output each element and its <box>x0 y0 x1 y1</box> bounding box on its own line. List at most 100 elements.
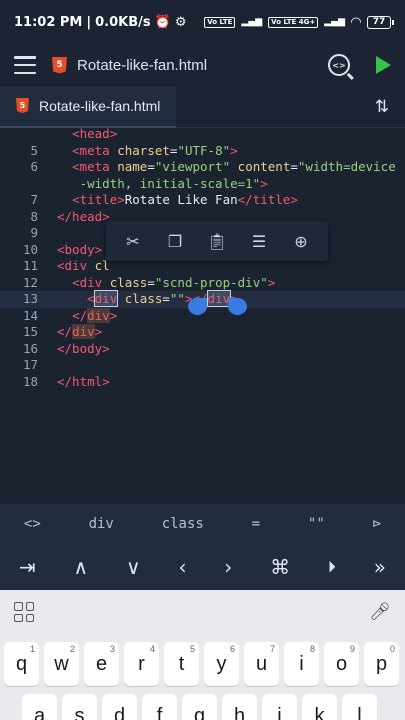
code-token: class <box>102 274 148 290</box>
key-o[interactable]: o9 <box>324 642 359 686</box>
key-y[interactable]: y6 <box>204 642 239 686</box>
key-label: q <box>15 652 28 675</box>
line-code: </div> <box>57 324 102 341</box>
line-code: </body> <box>57 341 110 358</box>
app-bar: 5 Rotate-like-fan.html <> <box>0 44 405 86</box>
selection-handle-start[interactable] <box>188 298 207 315</box>
tab-rotate-like-fan[interactable]: 5 Rotate-like-fan.html <box>0 85 177 128</box>
code-search-icon[interactable]: <> <box>328 54 350 76</box>
symbol-class[interactable]: class <box>162 516 204 532</box>
apps-grid-icon[interactable] <box>14 602 34 622</box>
key-hint: 6 <box>229 644 235 654</box>
menu-icon[interactable] <box>14 56 36 74</box>
selection-handle-end[interactable] <box>228 298 247 315</box>
key-hint: 5 <box>189 644 195 654</box>
globe-icon[interactable]: ⊕ <box>290 230 312 252</box>
code-token: > <box>230 142 238 158</box>
sort-icon[interactable]: ⇅ <box>375 97 389 117</box>
key-j[interactable]: j <box>262 694 297 720</box>
tab-key-icon[interactable]: ⇥ <box>19 555 36 579</box>
html5-icon: 5 <box>16 98 29 113</box>
line-number: 18 <box>22 373 38 389</box>
navigation-icon[interactable]: ⏵ <box>328 557 336 577</box>
key-r[interactable]: r4 <box>124 642 159 686</box>
signal-icon-2: ▂▄▆ <box>324 17 345 27</box>
send-icon[interactable]: ⊳ <box>373 516 381 532</box>
key-g[interactable]: g <box>182 694 217 720</box>
key-q[interactable]: q1 <box>4 642 39 686</box>
code-line[interactable]: 18 </html> <box>0 374 405 391</box>
code-token: -width, initial-scale=1" <box>57 175 261 191</box>
line-code: <title>Rotate Like Fan</title> <box>57 192 298 209</box>
right-arrow-icon[interactable]: › <box>224 555 232 579</box>
code-line[interactable]: 6 <meta name="viewport" content="width=d… <box>0 159 405 176</box>
code-line[interactable]: 17 <box>0 357 405 374</box>
code-line[interactable]: <head> <box>0 128 405 143</box>
copy-icon[interactable]: ❐ <box>164 230 186 252</box>
code-token: charset <box>109 142 170 158</box>
line-number: 8 <box>30 208 38 224</box>
key-k[interactable]: k <box>302 694 337 720</box>
key-w[interactable]: w2 <box>44 642 79 686</box>
code-line[interactable]: 12 <div class="scnd-prop-div"> <box>0 275 405 292</box>
line-number: 14 <box>22 307 38 323</box>
code-editor[interactable]: <head> 5 <meta charset="UTF-8"> 6 <meta na… <box>0 128 405 504</box>
key-t[interactable]: t5 <box>164 642 199 686</box>
cut-icon[interactable]: ✂ <box>122 230 144 252</box>
key-f[interactable]: f <box>142 694 177 720</box>
key-l[interactable]: l <box>342 694 377 720</box>
code-token: = <box>290 159 298 174</box>
code-token: = <box>147 274 155 290</box>
soft-keyboard: 🎤︎ q1w2e3r4t5y6u7i8o9p0 asdfghjkl <box>0 590 405 720</box>
code-token: "width=device <box>297 159 396 174</box>
key-i[interactable]: i8 <box>284 642 319 686</box>
code-line[interactable]: 5 <meta charset="UTF-8"> <box>0 143 405 160</box>
key-hint: 2 <box>69 644 75 654</box>
select-all-icon[interactable]: ☰ <box>248 230 270 252</box>
key-label: t <box>178 652 185 675</box>
key-d[interactable]: d <box>102 694 137 720</box>
key-s[interactable]: s <box>62 694 97 720</box>
code-token: = <box>162 291 170 306</box>
key-hint: 8 <box>309 644 315 654</box>
command-icon[interactable]: ⌘ <box>270 555 290 579</box>
symbol-tag[interactable]: <> <box>24 516 41 532</box>
key-hint: 3 <box>109 644 115 654</box>
key-a[interactable]: a <box>22 694 57 720</box>
key-label: e <box>95 652 108 675</box>
down-arrow-icon[interactable]: ∨ <box>126 555 141 579</box>
code-line[interactable]: 7 <title>Rotate Like Fan</title> <box>0 192 405 209</box>
key-h[interactable]: h <box>222 694 257 720</box>
signal-icon: ▂▄▆ <box>241 17 263 27</box>
code-token: </ <box>57 324 73 339</box>
up-arrow-icon[interactable]: ∧ <box>74 555 89 579</box>
paste-icon[interactable]: 📋︎ <box>206 230 228 252</box>
code-token: "viewport" <box>154 159 231 174</box>
key-label: u <box>255 652 268 675</box>
key-label: i <box>299 652 304 675</box>
symbol-quotes[interactable]: "" <box>308 516 325 532</box>
code-line[interactable]: 16 </body> <box>0 341 405 358</box>
symbol-div[interactable]: div <box>89 516 114 532</box>
left-arrow-icon[interactable]: ‹ <box>178 555 186 579</box>
run-button[interactable] <box>376 56 391 74</box>
key-label: r <box>138 652 145 675</box>
code-line[interactable]: 15 </div> <box>0 324 405 341</box>
navigation-toolbar: ⇥ ∧ ∨ ‹ › ⌘ ⏵ » <box>0 544 405 590</box>
code-token: <div <box>72 274 103 290</box>
code-token: > <box>267 274 276 290</box>
line-number: 13 <box>22 291 38 306</box>
symbol-equals[interactable]: = <box>252 516 260 532</box>
code-token: "scnd-prop-div" <box>154 274 268 290</box>
microphone-icon[interactable]: 🎤︎ <box>369 602 391 622</box>
key-e[interactable]: e3 <box>84 642 119 686</box>
double-chevron-icon[interactable]: » <box>374 555 386 579</box>
line-code: <meta name="viewport" content="width=dev… <box>57 159 396 176</box>
code-token: <body> <box>57 241 103 257</box>
key-u[interactable]: u7 <box>244 642 279 686</box>
key-p[interactable]: p0 <box>364 642 399 686</box>
code-line[interactable]: -width, initial-scale=1"> <box>0 176 405 193</box>
